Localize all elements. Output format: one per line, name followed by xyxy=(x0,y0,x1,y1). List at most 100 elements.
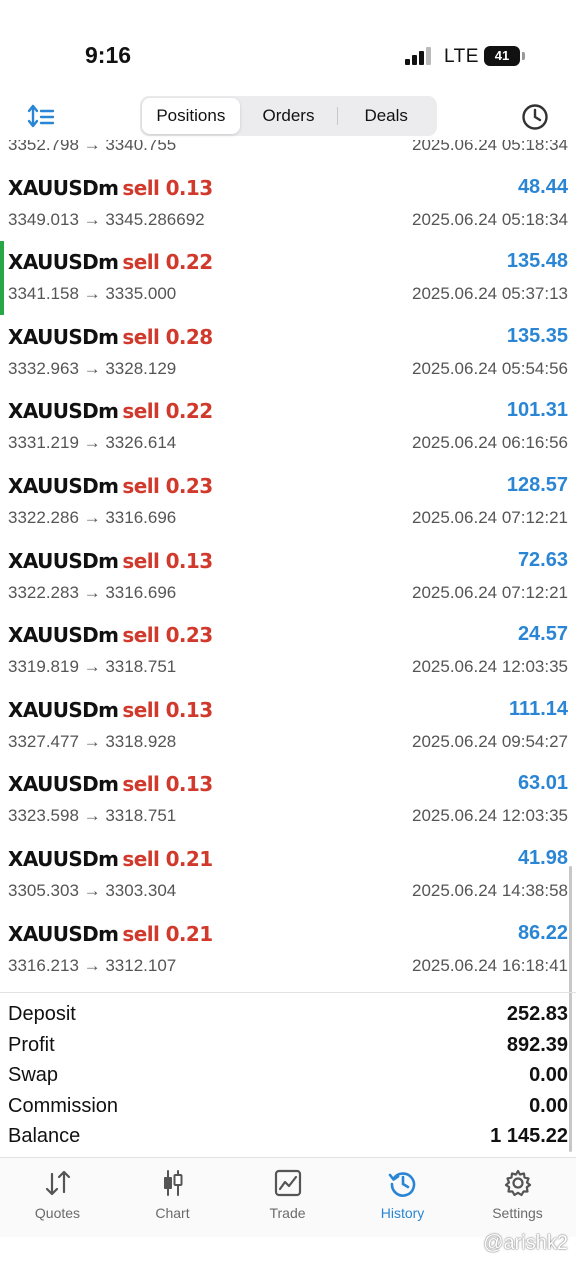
summary-swap: Swap 0.00 xyxy=(8,1054,568,1086)
tab-chart[interactable]: Chart xyxy=(115,1158,230,1238)
deal-title: XAUUSDm sell 0.21 xyxy=(8,922,213,946)
deal-time: 2025.06.24 07:12:21 xyxy=(412,507,568,527)
deal-action: sell 0.21 xyxy=(122,846,213,871)
tab-settings[interactable]: Settings xyxy=(460,1158,575,1238)
deal-profit: 63.01 xyxy=(517,772,568,795)
deal-row[interactable]: XAUUSDm sell 0.21 41.98 3305.303 → 3303.304… xyxy=(0,833,576,908)
deal-title: XAUUSDm sell 0.22 xyxy=(8,399,213,423)
deal-symbol: XAUUSDm xyxy=(8,399,119,424)
deal-profit: 101.31 xyxy=(506,399,568,422)
tab-settings-label: Settings xyxy=(492,1205,543,1221)
deal-title: XAUUSDm sell 0.13 xyxy=(8,772,213,796)
deal-prices: 3331.219 → 3326.614 xyxy=(8,433,177,453)
deal-profit: 135.35 xyxy=(506,324,568,347)
network-type: LTE xyxy=(444,46,479,67)
deal-symbol: XAUUSDm xyxy=(8,250,119,275)
deal-profit: 86.22 xyxy=(517,921,568,944)
deal-prices: 3349.013 → 3345.286692 xyxy=(8,209,205,229)
deal-row[interactable]: XAUUSDm sell 0.22 135.48 3341.158 → 3335.00… xyxy=(0,236,576,315)
balance-label: Balance xyxy=(8,1125,81,1147)
tab-orders[interactable]: Orders xyxy=(240,98,338,134)
deal-title: XAUUSDm sell 0.23 xyxy=(8,474,213,498)
top-bar: Positions Orders Deals xyxy=(0,96,576,140)
deal-profit: 135.48 xyxy=(506,250,568,273)
deal-prices: 3327.477 → 3318.928 xyxy=(8,731,177,751)
status-time: 9:16 xyxy=(85,42,132,68)
deal-time: 2025.06.24 05:18:34 xyxy=(412,140,568,154)
tab-history[interactable]: History xyxy=(345,1158,460,1238)
deal-profit: 48.44 xyxy=(517,175,568,198)
deal-time: 2025.06.24 09:54:27 xyxy=(412,731,568,751)
sort-icon[interactable] xyxy=(26,102,56,132)
deal-title: XAUUSDm sell 0.23 xyxy=(8,623,213,647)
trade-icon xyxy=(274,1169,302,1197)
deal-action: sell 0.13 xyxy=(122,175,213,200)
deal-symbol: XAUUSDm xyxy=(8,846,119,871)
gear-icon xyxy=(504,1169,532,1197)
tab-quotes-label: Quotes xyxy=(34,1205,81,1221)
deal-title: XAUUSDm sell 0.22 xyxy=(8,250,213,274)
history-icon xyxy=(388,1172,416,1197)
summary-deposit: Deposit 252.83 xyxy=(8,993,568,1025)
tab-positions[interactable]: Positions xyxy=(142,98,240,134)
summary: Deposit 252.83 Profit 892.39 Swap 0.00 C… xyxy=(0,992,576,1156)
segmented-control: Positions Orders Deals xyxy=(140,96,437,136)
tab-deals[interactable]: Deals xyxy=(337,98,435,134)
summary-profit: Profit 892.39 xyxy=(8,1024,568,1056)
deal-time: 2025.06.24 16:18:41 xyxy=(412,955,568,975)
deal-title: XAUUSDm sell 0.13 xyxy=(8,176,213,200)
tab-chart-label: Chart xyxy=(155,1205,190,1221)
tab-trade-label: Trade xyxy=(269,1205,306,1221)
deal-time: 2025.06.24 05:54:56 xyxy=(412,358,568,378)
deal-symbol: XAUUSDm xyxy=(8,921,119,946)
summary-commission: Commission 0.00 xyxy=(8,1085,568,1117)
deal-symbol: XAUUSDm xyxy=(8,623,119,648)
watermark: @arishk2 xyxy=(483,1232,568,1254)
battery-icon: 41 xyxy=(484,46,525,66)
deal-prices: 3322.283 → 3316.696 xyxy=(8,582,177,602)
deal-action: sell 0.23 xyxy=(122,473,213,498)
tab-history-label: History xyxy=(380,1205,425,1221)
deal-row[interactable]: XAUUSDm sell 0.13 72.63 3322.283 → 3316.696… xyxy=(0,535,576,610)
deal-time: 2025.06.24 07:12:21 xyxy=(412,582,568,602)
deal-title: XAUUSDm sell 0.21 xyxy=(8,847,213,871)
deal-symbol: XAUUSDm xyxy=(8,697,119,722)
signal-icon xyxy=(405,47,435,65)
deal-profit: 72.63 xyxy=(517,548,568,571)
deal-row[interactable]: XAUUSDm sell 0.23 24.57 3319.819 → 3318.751… xyxy=(0,609,576,684)
deals-list[interactable]: XAUUSDmsell3352.798 → 3340.7552025.06.24… xyxy=(0,140,576,992)
deal-row[interactable]: XAUUSDm sell 0.21 86.22 3316.213 → 3312.107… xyxy=(0,908,576,983)
deal-row[interactable]: XAUUSDm sell 0.13 48.44 3349.013 → 3345.286… xyxy=(0,162,576,237)
clock-icon[interactable] xyxy=(520,102,550,132)
tab-quotes[interactable]: Quotes xyxy=(0,1158,115,1238)
deal-action: sell 0.13 xyxy=(122,697,213,722)
deal-prices: 3305.303 → 3303.304 xyxy=(8,880,177,900)
quotes-icon xyxy=(45,1170,71,1196)
deal-title: XAUUSDm sell 0.13 xyxy=(8,698,213,722)
deal-time: 2025.06.24 12:03:35 xyxy=(412,806,568,826)
deal-prices: 3332.963 → 3328.129 xyxy=(8,358,177,378)
deal-time: 2025.06.24 12:03:35 xyxy=(412,657,568,677)
deal-prices: 3316.213 → 3312.107 xyxy=(8,955,177,975)
deal-time: 2025.06.24 05:37:13 xyxy=(412,284,568,304)
deal-prices: 3341.158 → 3335.000 xyxy=(8,284,177,304)
deal-profit: 111.14 xyxy=(509,697,568,720)
deal-symbol: XAUUSDm xyxy=(8,548,119,573)
deal-profit: 41.98 xyxy=(517,846,568,869)
deal-row[interactable]: XAUUSDm sell 0.23 128.57 3322.286 → 3316.69… xyxy=(0,460,576,535)
deal-row[interactable]: XAUUSDmsell3352.798 → 3340.7552025.06.24… xyxy=(0,140,576,162)
deal-prices: 3352.798 → 3340.755 xyxy=(8,140,177,154)
deal-row[interactable]: XAUUSDm sell 0.28 135.35 3332.963 → 3328.12… xyxy=(0,311,576,386)
summary-balance: Balance 1 145.22 xyxy=(8,1115,568,1147)
deal-time: 2025.06.24 05:18:34 xyxy=(412,209,568,229)
deal-row[interactable]: XAUUSDm sell 0.13 111.14 3327.477 → 3318.92… xyxy=(0,684,576,759)
deal-prices: 3323.598 → 3318.751 xyxy=(8,806,177,826)
tab-trade[interactable]: Trade xyxy=(230,1158,345,1238)
deal-row[interactable]: XAUUSDm sell 0.22 101.31 3331.219 → 3326.61… xyxy=(0,385,576,460)
deal-action: sell 0.23 xyxy=(122,623,213,648)
balance-value: 1 145.22 xyxy=(490,1125,568,1147)
deal-row[interactable]: XAUUSDm sell 0.13 63.01 3323.598 → 3318.751… xyxy=(0,758,576,833)
deal-action: sell 0.22 xyxy=(122,250,213,275)
deal-action: sell 0.13 xyxy=(122,772,213,797)
deal-time: 2025.06.24 06:16:56 xyxy=(412,433,568,453)
